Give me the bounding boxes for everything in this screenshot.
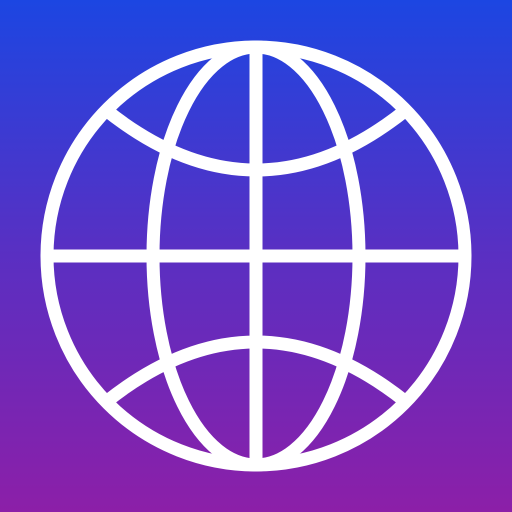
globe-icon <box>40 40 472 472</box>
app-icon-background <box>0 0 512 512</box>
